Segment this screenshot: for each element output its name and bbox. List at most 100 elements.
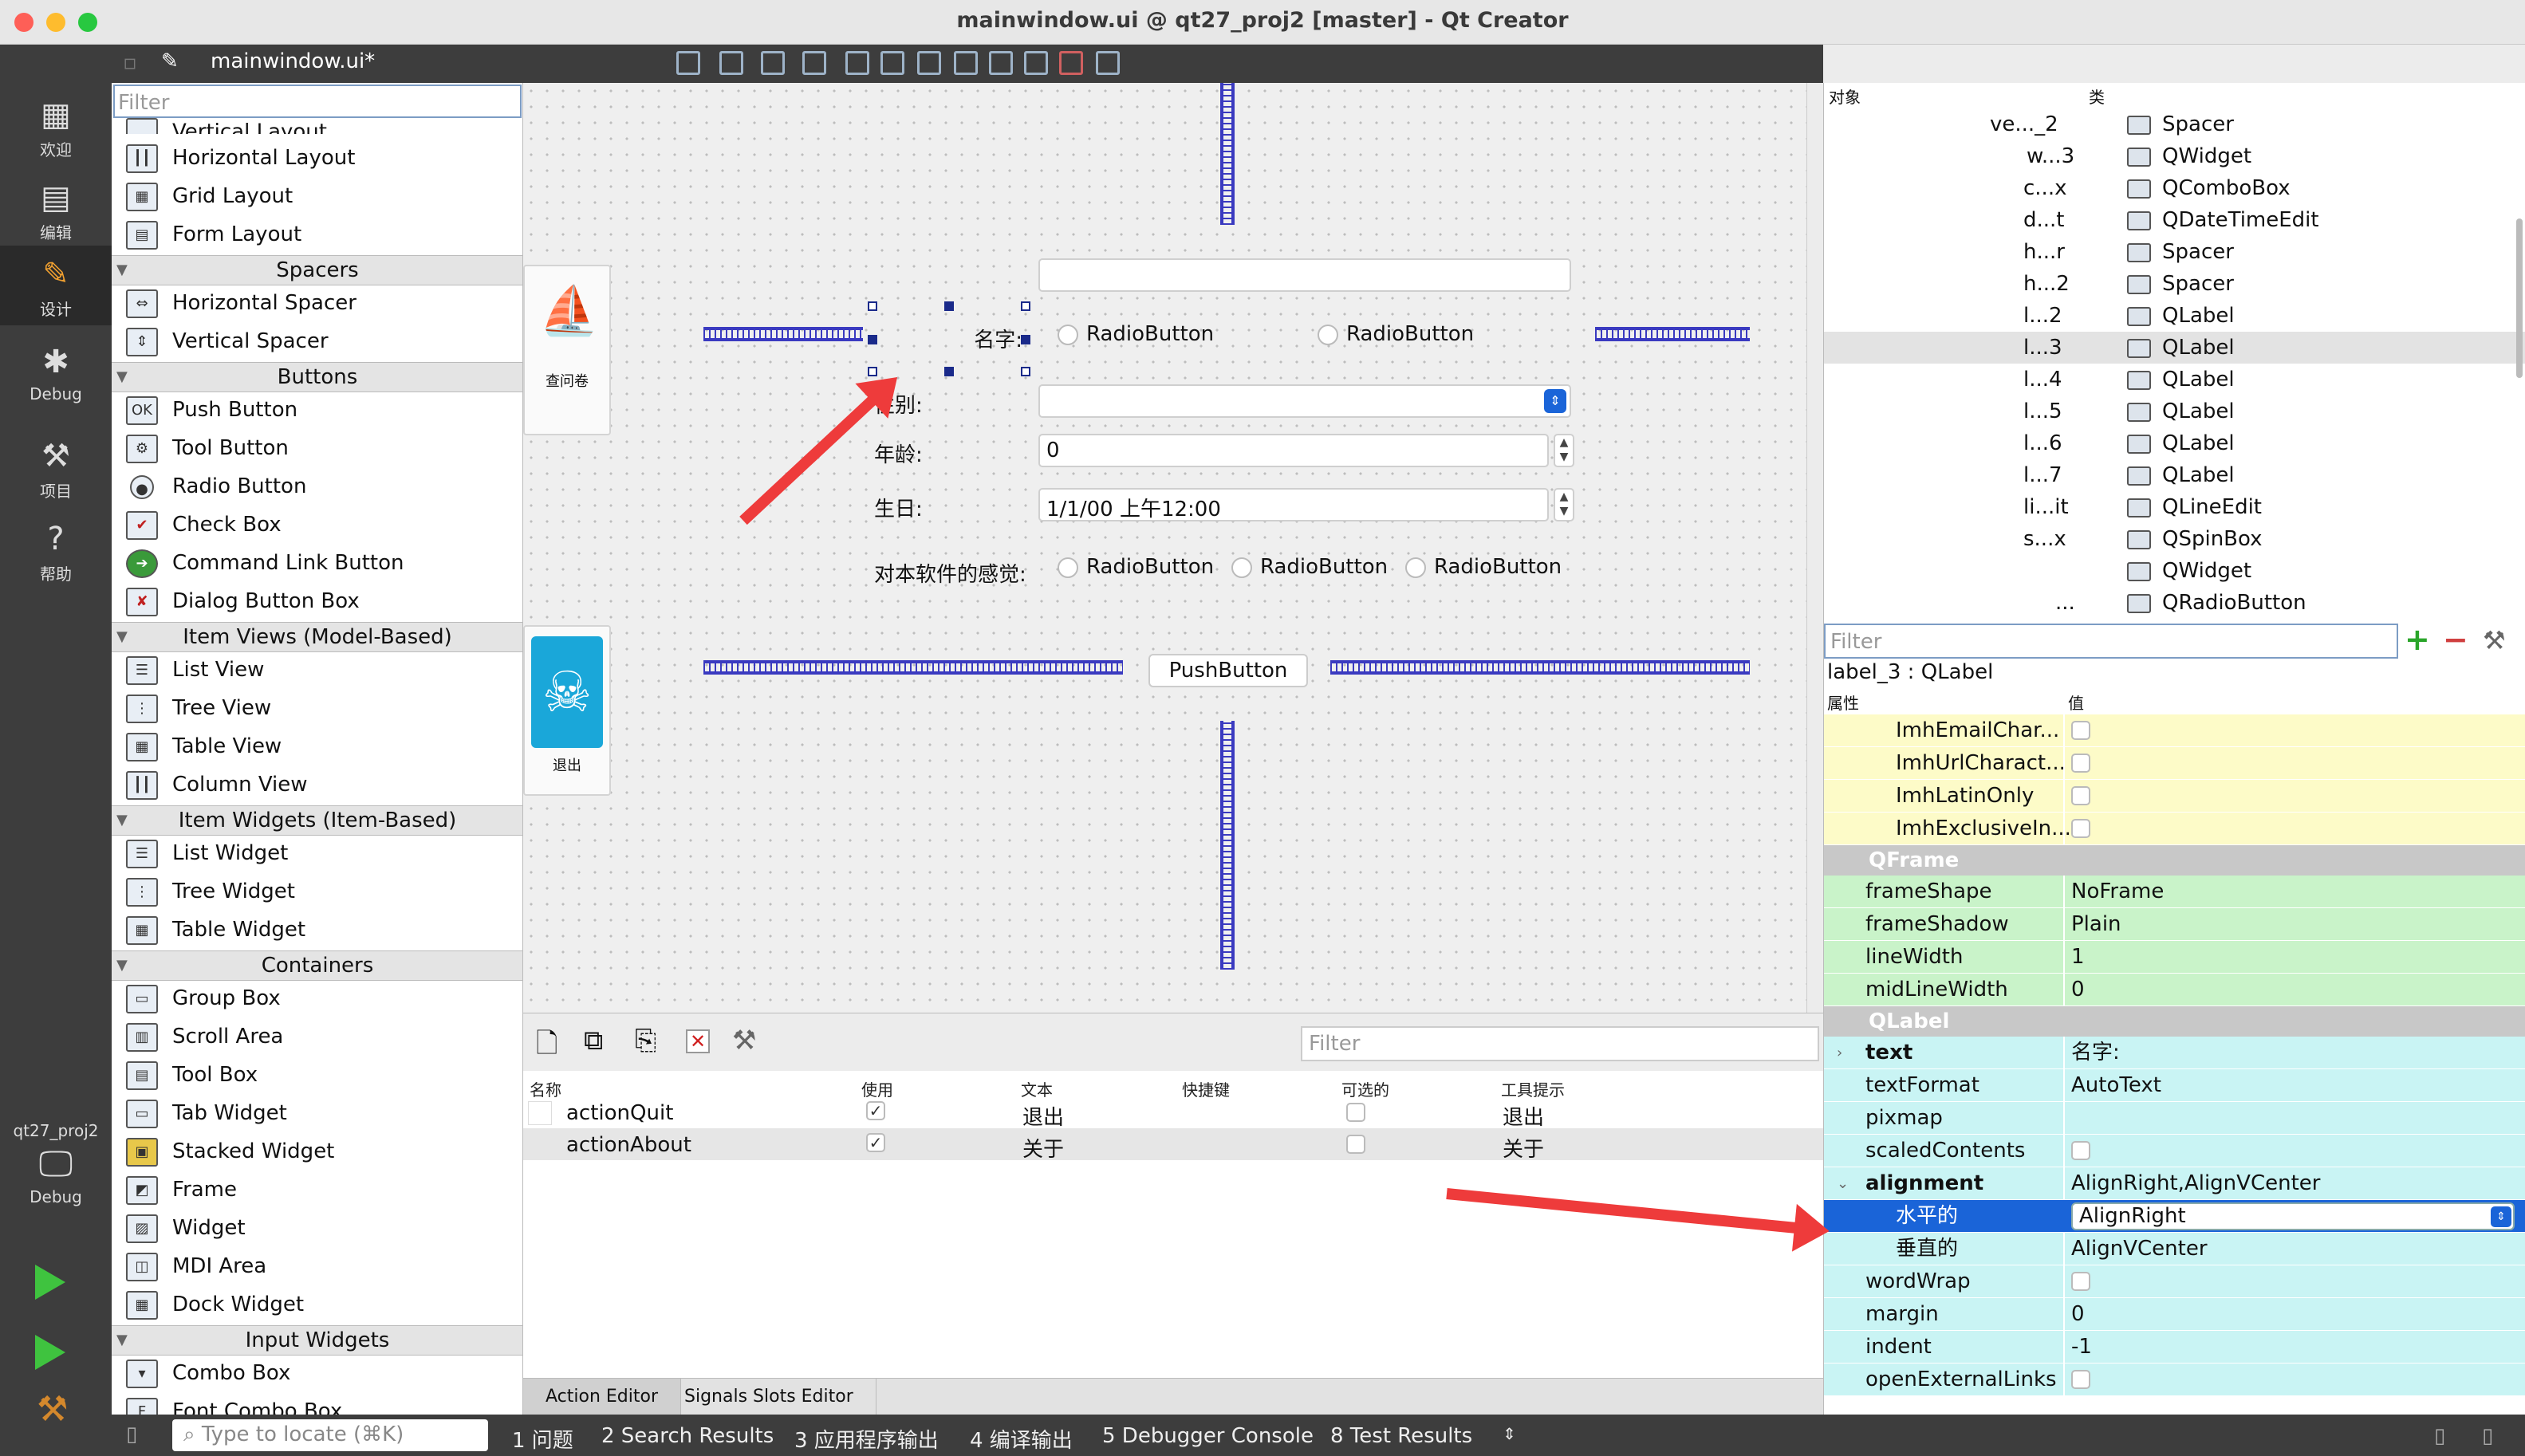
widget-command-link-button[interactable]: ➔ Command Link Button xyxy=(126,544,517,582)
property-group-header[interactable]: QFrame xyxy=(1824,845,2525,876)
widget-tool-button[interactable]: ⚙ Tool Button xyxy=(126,429,517,467)
gender-combo-box[interactable]: ⇕ xyxy=(1038,384,1571,418)
property-row[interactable]: lineWidth 1 xyxy=(1824,941,2525,974)
widget-dock-widget[interactable]: ▦ Dock Widget xyxy=(126,1285,517,1324)
configure-icon[interactable]: ⚒ xyxy=(732,1025,756,1057)
property-row[interactable]: openExternalLinks xyxy=(1824,1364,2525,1396)
widget-dialog-button-box[interactable]: ✘ Dialog Button Box xyxy=(126,582,517,620)
property-group-header[interactable]: QLabel xyxy=(1824,1006,2525,1037)
mode-projects[interactable]: ⚒ 项目 xyxy=(0,427,112,507)
property-row[interactable]: textFormat AutoText xyxy=(1824,1069,2525,1102)
property-row[interactable]: 垂直的 AlignVCenter xyxy=(1824,1233,2525,1265)
object-tree-row[interactable]: l...5 QLabel xyxy=(1824,395,2525,427)
category-item-widgets[interactable]: ▼ Item Widgets (Item-Based) xyxy=(112,805,522,836)
property-header[interactable]: 属性 xyxy=(1827,691,1859,714)
property-checkbox[interactable] xyxy=(2071,1370,2090,1389)
output-tab-debugger-console[interactable]: 5 Debugger Console xyxy=(1102,1424,1314,1448)
locator-input[interactable]: ⌕ Type to locate (⌘K) xyxy=(172,1419,488,1451)
action-filter-input[interactable]: Filter xyxy=(1301,1026,1819,1061)
object-tree-row[interactable]: d...t QDateTimeEdit xyxy=(1824,204,2525,236)
property-row[interactable]: ImhEmailChar... xyxy=(1824,714,2525,747)
mode-welcome[interactable]: ▦ 欢迎 xyxy=(0,86,112,166)
new-action-icon[interactable]: 🗋 xyxy=(536,1025,557,1070)
action-checkable-checkbox[interactable] xyxy=(1346,1135,1365,1154)
property-checkbox[interactable] xyxy=(2071,754,2090,773)
property-value[interactable]: 名字: xyxy=(2071,1037,2518,1069)
open-file-name[interactable]: mainwindow.ui* xyxy=(211,49,375,73)
push-button[interactable]: PushButton xyxy=(1148,654,1308,687)
category-containers[interactable]: ▼ Containers xyxy=(112,950,522,981)
selected-name-label[interactable]: 名字: xyxy=(873,306,1026,365)
action-checkable-checkbox[interactable] xyxy=(1346,1103,1365,1122)
line-edit[interactable] xyxy=(1038,258,1571,292)
property-value[interactable]: AlignRight,AlignVCenter xyxy=(2071,1167,2518,1200)
widget-column-view[interactable]: ┃┃ Column View xyxy=(126,765,517,804)
layout-splitter-h-icon[interactable] xyxy=(917,51,941,75)
age-spin-box[interactable]: 0 xyxy=(1038,434,1549,467)
copy-action-icon[interactable]: ⧉ xyxy=(584,1025,603,1057)
property-value[interactable]: 0 xyxy=(2071,1298,2518,1331)
remove-property-icon[interactable]: − xyxy=(2443,622,2468,657)
mode-edit[interactable]: ▤ 编辑 xyxy=(0,169,112,249)
vertical-spacer-top[interactable] xyxy=(1220,83,1235,225)
resize-handle[interactable] xyxy=(868,301,877,311)
widget-group-box[interactable]: ▭ Group Box xyxy=(126,979,517,1017)
resize-handle[interactable] xyxy=(1021,367,1030,376)
value-header[interactable]: 值 xyxy=(2068,691,2084,714)
expand-icon[interactable]: › xyxy=(1837,1037,1842,1069)
feeling-radio-3[interactable]: RadioButton xyxy=(1405,555,1562,579)
widget-horizontal-layout[interactable]: ┃┃ Horizontal Layout xyxy=(126,139,517,177)
form-canvas[interactable]: ⛵ 查问卷 ☠ 退出 名字: RadioButton RadioButton 性… xyxy=(523,83,1807,1013)
widget-list-view[interactable]: ☰ List View xyxy=(126,651,517,689)
category-item-views[interactable]: ▼ Item Views (Model-Based) xyxy=(112,622,522,652)
action-used-checkbox[interactable]: ✓ xyxy=(866,1133,885,1152)
collapse-icon[interactable]: ⌄ xyxy=(1837,1167,1849,1200)
resize-handle[interactable] xyxy=(1021,301,1030,311)
object-tree-row[interactable]: l...7 QLabel xyxy=(1824,459,2525,491)
feeling-radio-1[interactable]: RadioButton xyxy=(1058,555,1214,579)
mode-help[interactable]: ? 帮助 xyxy=(0,510,112,590)
output-tab-search-results[interactable]: 2 Search Results xyxy=(601,1424,774,1448)
widget-vertical-spacer[interactable]: ⇕ Vertical Spacer xyxy=(126,322,517,360)
widget-filter-input[interactable]: Filter xyxy=(113,85,522,118)
object-tree-row[interactable]: l...3 QLabel xyxy=(1824,332,2525,364)
object-tree-row[interactable]: l...6 QLabel xyxy=(1824,427,2525,459)
tab-action-editor[interactable]: Action Editor xyxy=(523,1379,682,1415)
kit-selector[interactable]: qt27_proj2 🖵 Debug xyxy=(0,1121,112,1281)
action-used-checkbox[interactable]: ✓ xyxy=(866,1101,885,1120)
add-property-icon[interactable]: + xyxy=(2405,622,2430,657)
object-tree-row[interactable]: ... QRadioButton xyxy=(1824,587,2525,619)
property-row[interactable]: ImhExclusiveIn... xyxy=(1824,813,2525,845)
dropdown-arrow-icon[interactable]: ⇕ xyxy=(2491,1206,2511,1227)
horizontal-spacer-right[interactable] xyxy=(1595,327,1750,341)
configure-icon[interactable]: ⚒ xyxy=(2483,625,2506,655)
property-value[interactable]: AlignVCenter xyxy=(2071,1233,2518,1265)
output-tab-application-output[interactable]: 3 应用程序输出 xyxy=(794,1424,939,1454)
resize-handle[interactable] xyxy=(1021,335,1030,344)
resize-handle[interactable] xyxy=(868,335,877,344)
tab-signals-slots-editor[interactable]: Signals Slots Editor xyxy=(662,1379,876,1415)
property-value[interactable]: -1 xyxy=(2071,1331,2518,1364)
property-checkbox[interactable] xyxy=(2071,819,2090,838)
table-row[interactable]: actionAbout ✓ 关于 关于 xyxy=(523,1128,1823,1162)
property-value[interactable]: AlignRight xyxy=(2071,1202,2515,1230)
resize-handle[interactable] xyxy=(944,301,954,311)
toggle-right-sidebar-icon[interactable]: ▯ xyxy=(2482,1424,2493,1448)
output-tab-compile-output[interactable]: 4 编译输出 xyxy=(970,1424,1073,1454)
edit-signals-icon[interactable] xyxy=(719,51,743,75)
object-tree-row[interactable]: ve..._2 Spacer xyxy=(1824,108,2525,140)
widget-widget[interactable]: ▨ Widget xyxy=(126,1209,517,1247)
widget-check-box[interactable]: ✔ Check Box xyxy=(126,506,517,544)
object-tree-row[interactable]: w...3 QWidget xyxy=(1824,140,2525,172)
object-tree-row[interactable]: l...2 QLabel xyxy=(1824,300,2525,332)
widget-push-button[interactable]: OK Push Button xyxy=(126,391,517,429)
scrollbar[interactable] xyxy=(2516,218,2523,378)
widget-grid-layout[interactable]: ▦ Grid Layout xyxy=(126,177,517,215)
widget-combo-box[interactable]: ▾ Combo Box xyxy=(126,1354,517,1392)
debug-run-icon[interactable] xyxy=(35,1335,65,1370)
layout-splitter-v-icon[interactable] xyxy=(954,51,978,75)
property-row[interactable]: ImhUrlCharact... xyxy=(1824,747,2525,780)
category-spacers[interactable]: ▼ Spacers xyxy=(112,255,522,285)
property-value[interactable]: 0 xyxy=(2071,974,2518,1006)
widget-font-combo-box[interactable]: F Font Combo Box xyxy=(126,1392,517,1415)
